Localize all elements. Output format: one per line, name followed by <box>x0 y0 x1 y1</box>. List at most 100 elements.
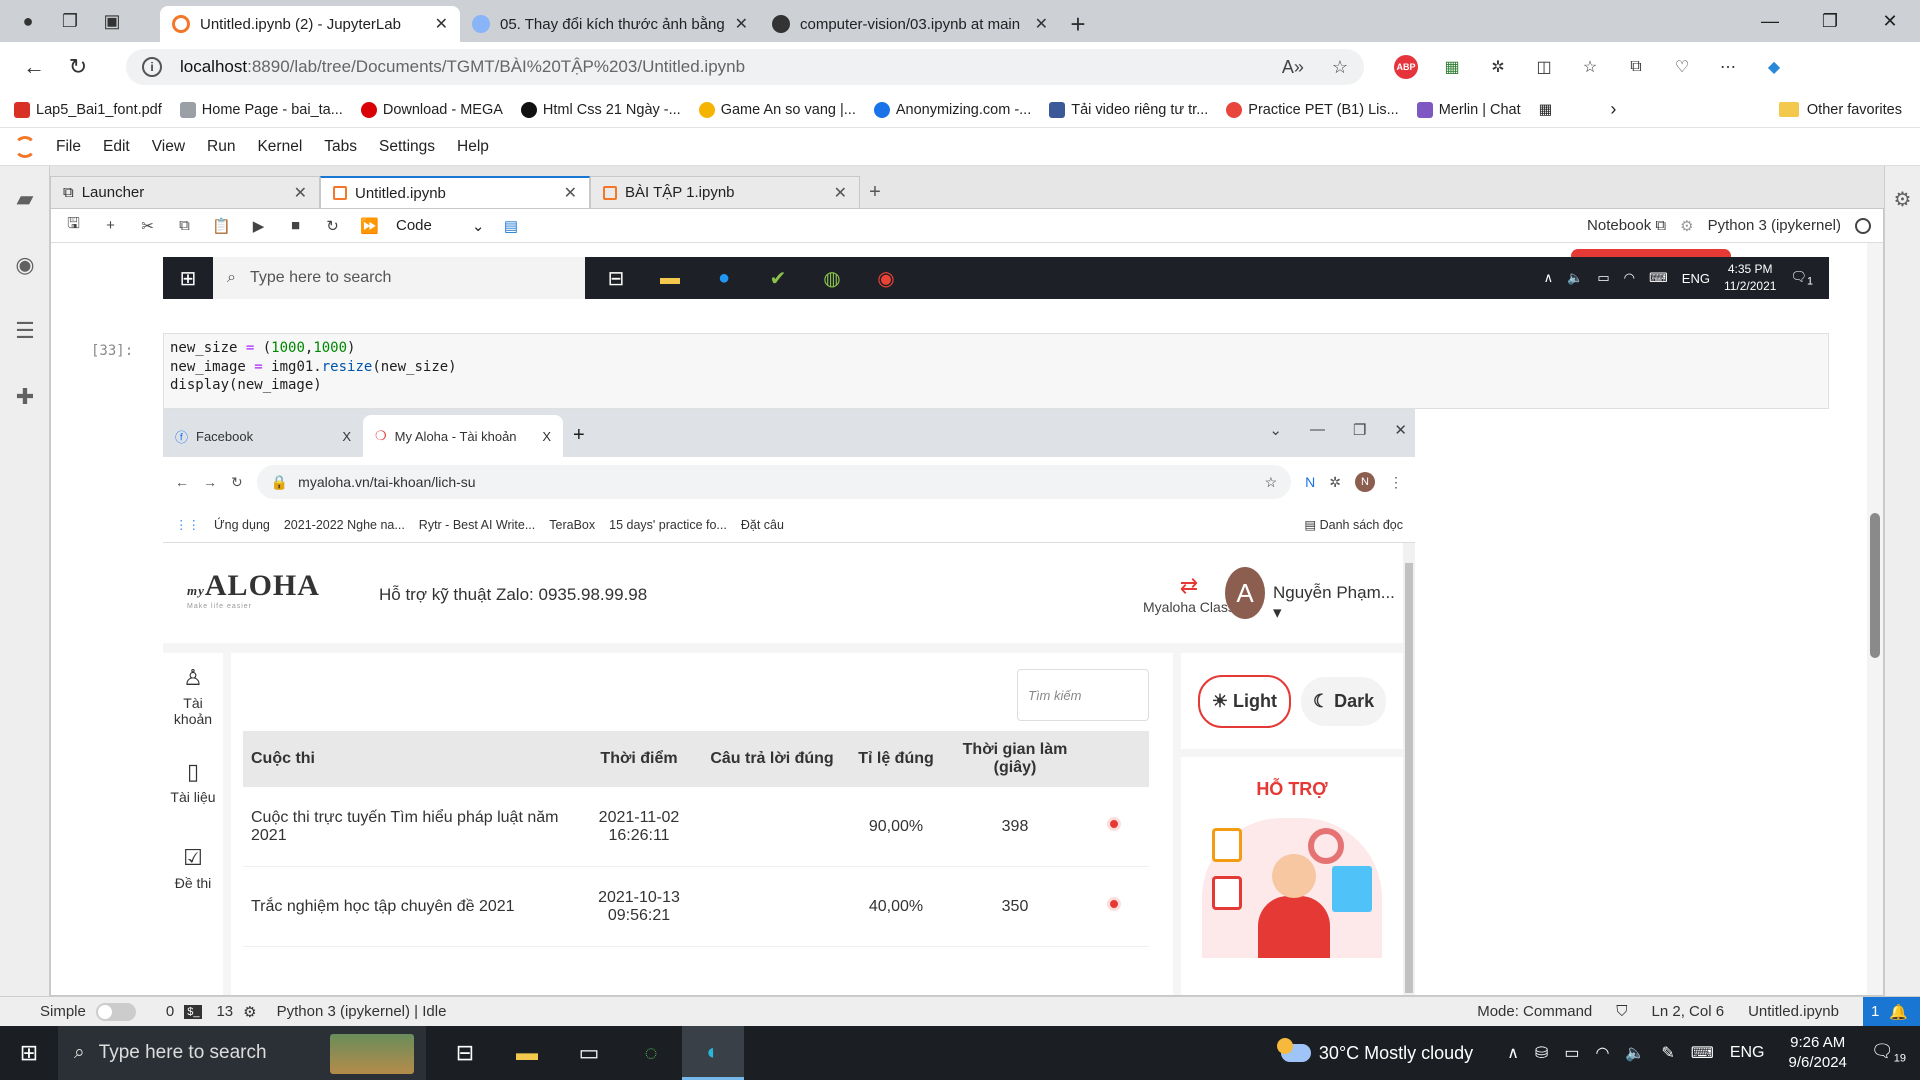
browser-tab-jupyterlab[interactable]: Untitled.ipynb (2) - JupyterLab ✕ <box>160 6 460 42</box>
edge-browser-icon[interactable]: ◐ <box>682 1026 744 1080</box>
battery-icon[interactable]: ▭ <box>1564 1043 1579 1063</box>
chevron-up-icon[interactable]: ∧ <box>1507 1043 1519 1063</box>
wifi-icon[interactable]: ◠ <box>1595 1043 1609 1063</box>
browser-essentials-icon[interactable]: ♡ <box>1670 55 1694 79</box>
extension-icon[interactable]: ▦ <box>1440 55 1464 79</box>
restart-icon[interactable]: ↻ <box>314 217 351 235</box>
folder-icon[interactable]: ▰ <box>0 166 50 232</box>
site-info-icon[interactable]: i <box>142 57 162 77</box>
close-icon[interactable]: ✕ <box>294 183 307 203</box>
tab-bai-tap-1[interactable]: BÀI TẬP 1.ipynb ✕ <box>590 176 860 208</box>
paste-icon[interactable]: 📋 <box>203 217 240 235</box>
favorite-star-icon[interactable]: ☆ <box>1332 57 1348 78</box>
restore-icon[interactable]: ❐ <box>1800 0 1860 42</box>
menu-tabs[interactable]: Tabs <box>324 138 357 156</box>
chevron-right-icon[interactable]: › <box>1610 99 1616 120</box>
notifications-button[interactable]: 1 🔔 <box>1862 996 1920 1027</box>
bookmark-item[interactable]: Lap5_Bai1_font.pdf <box>14 101 162 118</box>
windows-start-icon[interactable]: ⊞ <box>0 1040 58 1066</box>
url-field[interactable]: i localhost :8890/lab/tree/Documents/TGM… <box>126 49 1364 85</box>
read-aloud-icon[interactable]: A» <box>1282 57 1304 78</box>
adblock-plus-icon[interactable]: ABP <box>1394 55 1418 79</box>
more-menu-icon[interactable]: ⋯ <box>1716 55 1740 79</box>
volume-icon[interactable]: 🔈 <box>1625 1043 1645 1063</box>
menu-help[interactable]: Help <box>457 138 489 156</box>
bookmark-item[interactable]: Html Css 21 Ngày -... <box>520 101 681 118</box>
bookmark-item[interactable]: Download - MEGA <box>360 101 503 118</box>
cursor-position[interactable]: Ln 2, Col 6 <box>1652 1003 1725 1020</box>
scrollbar-thumb[interactable] <box>1870 513 1880 658</box>
close-window-icon[interactable]: ✕ <box>1860 0 1920 42</box>
taskbar-search[interactable]: ⌕ Type here to search <box>58 1026 426 1080</box>
close-icon[interactable]: ✕ <box>1035 14 1048 34</box>
action-center-icon[interactable]: 🗨19 <box>1871 1041 1906 1065</box>
menu-run[interactable]: Run <box>207 138 235 156</box>
menu-view[interactable]: View <box>152 138 185 156</box>
close-icon[interactable]: ✕ <box>735 14 748 34</box>
menu-kernel[interactable]: Kernel <box>257 138 302 156</box>
close-icon[interactable]: ✕ <box>834 183 847 203</box>
workspaces-icon[interactable]: ❐ <box>56 7 84 35</box>
insert-cell-icon[interactable]: + <box>92 217 129 234</box>
bookmark-item[interactable]: Practice PET (B1) Lis... <box>1226 101 1399 118</box>
menu-file[interactable]: File <box>56 138 81 156</box>
bookmark-item[interactable]: Home Page - bai_ta... <box>179 101 343 118</box>
collections-icon[interactable]: ⧉ <box>1624 55 1648 79</box>
bookmark-item[interactable]: Anonymizing.com -... <box>873 101 1031 118</box>
profile-icon[interactable]: ● <box>14 7 42 35</box>
favorites-icon[interactable]: ☆ <box>1578 55 1602 79</box>
split-screen-icon[interactable]: ◫ <box>1532 55 1556 79</box>
back-arrow-icon[interactable]: ← <box>14 47 54 87</box>
cell-type-select[interactable]: Code ⌄ <box>396 217 484 235</box>
notebook-content[interactable]: ⊞ ⌕ Type here to search ⊟ ▬ ● ✔ ◍ ◉ ∧ 🔈 … <box>51 243 1869 995</box>
kernels-count[interactable]: 13 <box>216 1003 233 1020</box>
property-inspector-gear-icon[interactable]: ⚙ <box>1885 166 1920 232</box>
save-icon[interactable]: 🖫 <box>55 213 92 238</box>
file-explorer-icon[interactable]: ▬ <box>496 1026 558 1080</box>
calendar-icon[interactable]: ▦ <box>1539 102 1553 118</box>
language-indicator[interactable]: ENG <box>1730 1044 1765 1062</box>
terminals-count[interactable]: 0 <box>166 1003 174 1020</box>
close-icon[interactable]: ✕ <box>564 183 577 203</box>
extensions-icon[interactable]: ✚ <box>0 364 50 430</box>
taskbar-clock[interactable]: 9:26 AM 9/6/2024 <box>1789 1033 1847 1073</box>
copy-icon[interactable]: ⧉ <box>166 217 203 234</box>
code-cell[interactable]: new_size = (1000,1000) new_image = img01… <box>163 333 1829 409</box>
bookmark-item[interactable]: Merlin | Chat <box>1416 101 1521 118</box>
browser-tab-resize-article[interactable]: 05. Thay đổi kích thước ảnh bằng ✕ <box>460 6 760 42</box>
other-favorites[interactable]: Other favorites <box>1778 102 1902 118</box>
extensions-puzzle-icon[interactable]: ✲ <box>1486 55 1510 79</box>
menu-settings[interactable]: Settings <box>379 138 435 156</box>
tab-untitled-notebook[interactable]: Untitled.ipynb ✕ <box>320 176 590 208</box>
task-view-icon[interactable]: ⊟ <box>434 1026 496 1080</box>
property-icon[interactable]: ▤ <box>492 217 529 235</box>
copilot-icon[interactable]: ◆ <box>1762 55 1786 79</box>
cut-icon[interactable]: ✂ <box>129 217 166 235</box>
weather-widget[interactable]: 30°C Mostly cloudy <box>1276 1038 1473 1064</box>
tab-launcher[interactable]: ⧉ Launcher ✕ <box>50 176 320 208</box>
new-launcher-button[interactable]: + <box>860 176 890 208</box>
open-in-notebook-button[interactable]: Notebook ⧉ <box>1587 217 1666 234</box>
pen-icon[interactable]: ✎ <box>1661 1043 1674 1063</box>
kernel-status-text[interactable]: Python 3 (ipykernel) | Idle <box>277 1003 447 1020</box>
tab-actions-icon[interactable]: ▣ <box>98 7 126 35</box>
bookmark-item[interactable]: Game An so vang |... <box>698 101 856 118</box>
run-all-icon[interactable]: ⏩ <box>351 217 388 235</box>
bookmark-item[interactable]: Tải video riêng tư tr... <box>1049 101 1208 118</box>
keyboard-icon[interactable]: ⌨ <box>1691 1043 1714 1063</box>
simple-mode-toggle[interactable] <box>95 1002 136 1021</box>
stop-icon[interactable]: ■ <box>277 217 314 234</box>
app-circle-icon[interactable]: ◌ <box>620 1026 682 1080</box>
new-tab-button[interactable]: + <box>1060 6 1096 42</box>
terminal-icon[interactable]: ▭ <box>558 1026 620 1080</box>
table-of-contents-icon[interactable]: ☰ <box>0 298 50 364</box>
menu-edit[interactable]: Edit <box>103 138 130 156</box>
reload-icon[interactable]: ↻ <box>58 47 98 87</box>
close-icon[interactable]: ✕ <box>435 14 448 34</box>
kernel-name[interactable]: Python 3 (ipykernel) <box>1708 217 1841 234</box>
minimize-icon[interactable]: — <box>1740 0 1800 42</box>
usb-icon[interactable]: ⛁ <box>1535 1043 1548 1063</box>
notebook-scrollbar[interactable] <box>1867 243 1883 995</box>
run-icon[interactable]: ▶ <box>240 217 277 235</box>
running-kernels-icon[interactable]: ◉ <box>0 232 50 298</box>
